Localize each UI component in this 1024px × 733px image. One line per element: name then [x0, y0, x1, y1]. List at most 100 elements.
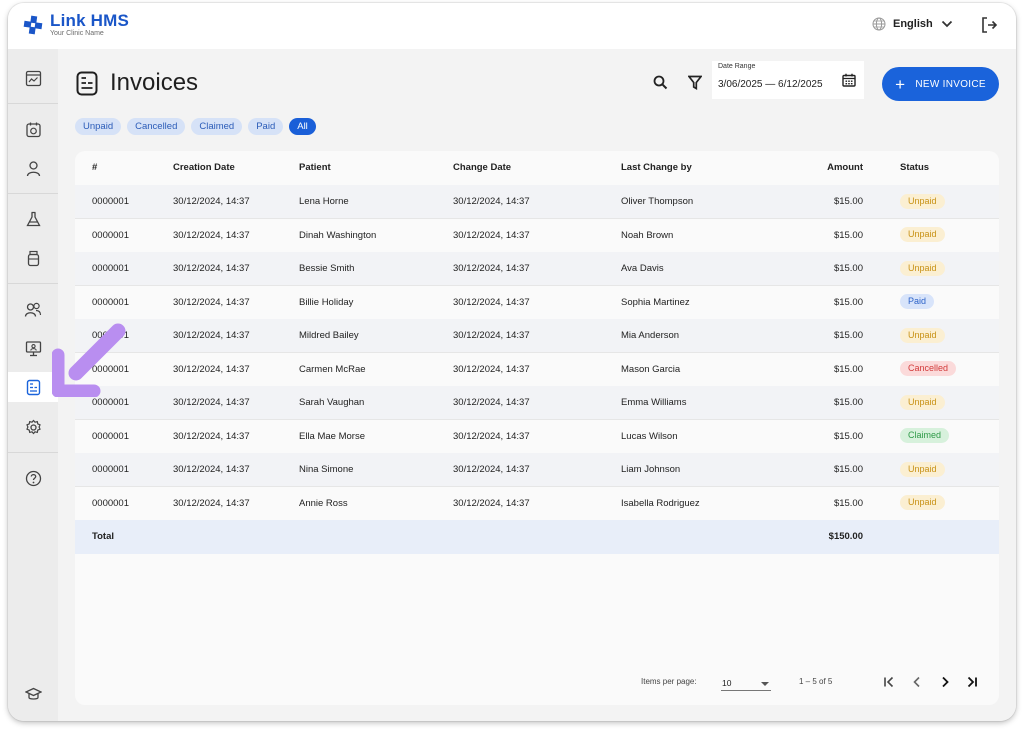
creation-date: 30/12/2024, 14:37	[173, 363, 250, 375]
invoice-number: 0000001	[92, 229, 129, 241]
change-date: 30/12/2024, 14:37	[453, 397, 530, 408]
clinic-name: Your Clinic Name	[50, 30, 104, 37]
status-badge: Unpaid	[900, 495, 945, 511]
amount: $15.00	[833, 363, 863, 375]
education-icon	[24, 687, 42, 700]
page-title: Invoices	[110, 69, 199, 96]
table-row[interactable]: 0000001 30/12/2024, 14:37 Dinah Washington…	[75, 219, 999, 253]
sidebar-item-settings[interactable]	[8, 412, 58, 442]
patient-name: Lena Horne	[299, 196, 349, 207]
search-icon[interactable]	[653, 75, 668, 90]
sidebar-item-dashboard[interactable]	[8, 63, 58, 93]
last-changed-by: Oliver Thompson	[621, 196, 694, 207]
amount: $15.00	[833, 229, 863, 241]
table-row[interactable]: 0000001 30/12/2024, 14:37 Bessie Smith 30/1…	[75, 252, 999, 286]
invoices-table: # Creation Date Patient Change Date Last…	[75, 151, 999, 705]
status-badge: Claimed	[900, 428, 950, 444]
patient-name: Carmen McRae	[299, 363, 366, 375]
last-page-icon[interactable]	[965, 675, 979, 689]
filter-chip-cancelled[interactable]: Cancelled	[127, 118, 186, 135]
sidebar-item-staff[interactable]	[8, 294, 58, 324]
app-logo[interactable]: Link HMS Your Clinic Name	[22, 12, 129, 38]
first-page-icon[interactable]	[882, 675, 896, 689]
new-invoice-button[interactable]: + NEW INVOICE	[882, 67, 999, 101]
table-row[interactable]: 000000130/12/2024, 14:37Mildred Bailey30…	[75, 319, 999, 353]
total-label: Total	[92, 531, 114, 542]
filter-icon[interactable]	[688, 75, 702, 90]
last-changed-by: Isabella Rodriguez	[621, 497, 700, 509]
date-range-label: Date Range	[718, 63, 756, 70]
patient-name: Ella Mae Morse	[299, 430, 365, 442]
pointer-arrow-icon	[52, 323, 126, 397]
table-row[interactable]: 0000001 30/12/2024, 14:37 Sarah Vaughan 30/…	[75, 386, 999, 420]
patient-name: Bessie Smith	[299, 263, 355, 274]
amount: $15.00	[833, 263, 863, 274]
change-date: 30/12/2024, 14:37	[453, 497, 530, 509]
last-changed-by: Liam Johnson	[621, 464, 681, 475]
logout-icon[interactable]	[980, 16, 998, 34]
staff-icon	[24, 302, 42, 317]
invoice-number: 0000001	[92, 464, 129, 475]
amount: $15.00	[833, 430, 863, 442]
table-row[interactable]: 0000001 30/12/2024, 14:37 Billie Holiday 30…	[75, 286, 999, 320]
sidebar-item-monitor[interactable]	[8, 333, 58, 363]
change-date: 30/12/2024, 14:37	[453, 296, 530, 308]
amount: $15.00	[833, 497, 863, 509]
filter-chip-claimed[interactable]: Claimed	[191, 118, 243, 135]
date-range-field[interactable]: Date Range 3/06/2025 — 6/12/2025	[712, 61, 864, 99]
change-date: 30/12/2024, 14:37	[453, 196, 530, 207]
items-per-page-select[interactable]: 10	[721, 675, 771, 691]
table-header-row: # Creation Date Patient Change Date Last…	[75, 151, 999, 185]
sidebar	[8, 49, 58, 721]
sidebar-item-patients[interactable]	[8, 153, 58, 183]
invoices-icon	[26, 379, 40, 395]
next-page-icon[interactable]	[938, 675, 952, 689]
column-header[interactable]: Creation Date	[173, 151, 235, 185]
language-label: English	[893, 18, 933, 30]
column-header[interactable]: Change Date	[453, 151, 511, 185]
invoice-number: 0000001	[92, 263, 129, 274]
language-selector[interactable]: English	[872, 17, 960, 31]
filter-chip-all[interactable]: All	[289, 118, 316, 135]
dropdown-arrow-icon	[761, 682, 769, 686]
status-badge: Cancelled	[900, 361, 957, 377]
sidebar-item-education[interactable]	[8, 679, 58, 709]
patient-name: Billie Holiday	[299, 296, 354, 308]
table-row[interactable]: 0000001 30/12/2024, 14:37 Ella Mae Morse 30…	[75, 420, 999, 454]
last-changed-by: Lucas Wilson	[621, 430, 678, 442]
column-header[interactable]: Status	[900, 151, 929, 185]
appointments-icon	[25, 122, 41, 137]
sidebar-item-invoices[interactable]	[8, 372, 58, 402]
patients-icon	[26, 160, 40, 176]
change-date: 30/12/2024, 14:37	[453, 430, 530, 442]
table-row[interactable]: 0000001 30/12/2024, 14:37 Annie Ross 30/12/…	[75, 487, 999, 521]
sidebar-item-appointments[interactable]	[8, 114, 58, 144]
column-header[interactable]: Patient	[299, 151, 331, 185]
column-header[interactable]: Amount	[805, 151, 863, 185]
dashboard-icon	[25, 70, 41, 86]
previous-page-icon[interactable]	[910, 675, 924, 689]
app-window: Link HMS Your Clinic Name English Invoic…	[8, 3, 1016, 721]
sidebar-item-medication[interactable]	[8, 243, 58, 273]
change-date: 30/12/2024, 14:37	[453, 363, 530, 375]
filter-chip-unpaid[interactable]: Unpaid	[75, 118, 122, 135]
invoices-icon	[76, 71, 98, 95]
creation-date: 30/12/2024, 14:37	[173, 497, 250, 509]
table-row[interactable]: 0000001 30/12/2024, 14:37 Carmen McRae 30/1…	[75, 353, 999, 387]
patient-name: Annie Ross	[299, 497, 348, 509]
calendar-icon[interactable]	[842, 73, 856, 87]
sidebar-item-help[interactable]	[8, 463, 58, 493]
logo-icon	[23, 15, 43, 35]
table-row[interactable]: 0000001 30/12/2024, 14:37 Lena Horne 30/12/…	[75, 185, 999, 219]
amount: $15.00	[833, 330, 863, 341]
amount: $15.00	[833, 196, 863, 207]
filter-chip-paid[interactable]: Paid	[248, 118, 284, 135]
status-cell: Unpaid	[900, 185, 945, 219]
creation-date: 30/12/2024, 14:37	[173, 330, 250, 341]
column-header[interactable]: #	[92, 151, 97, 185]
status-filter-chips: Unpaid Cancelled Claimed Paid All	[75, 118, 322, 135]
column-header[interactable]: Last Change by	[621, 151, 692, 185]
table-row[interactable]: 0000001 30/12/2024, 14:37 Nina Simone 30/12…	[75, 453, 999, 487]
sidebar-item-lab[interactable]	[8, 204, 58, 234]
status-badge: Unpaid	[900, 260, 945, 276]
